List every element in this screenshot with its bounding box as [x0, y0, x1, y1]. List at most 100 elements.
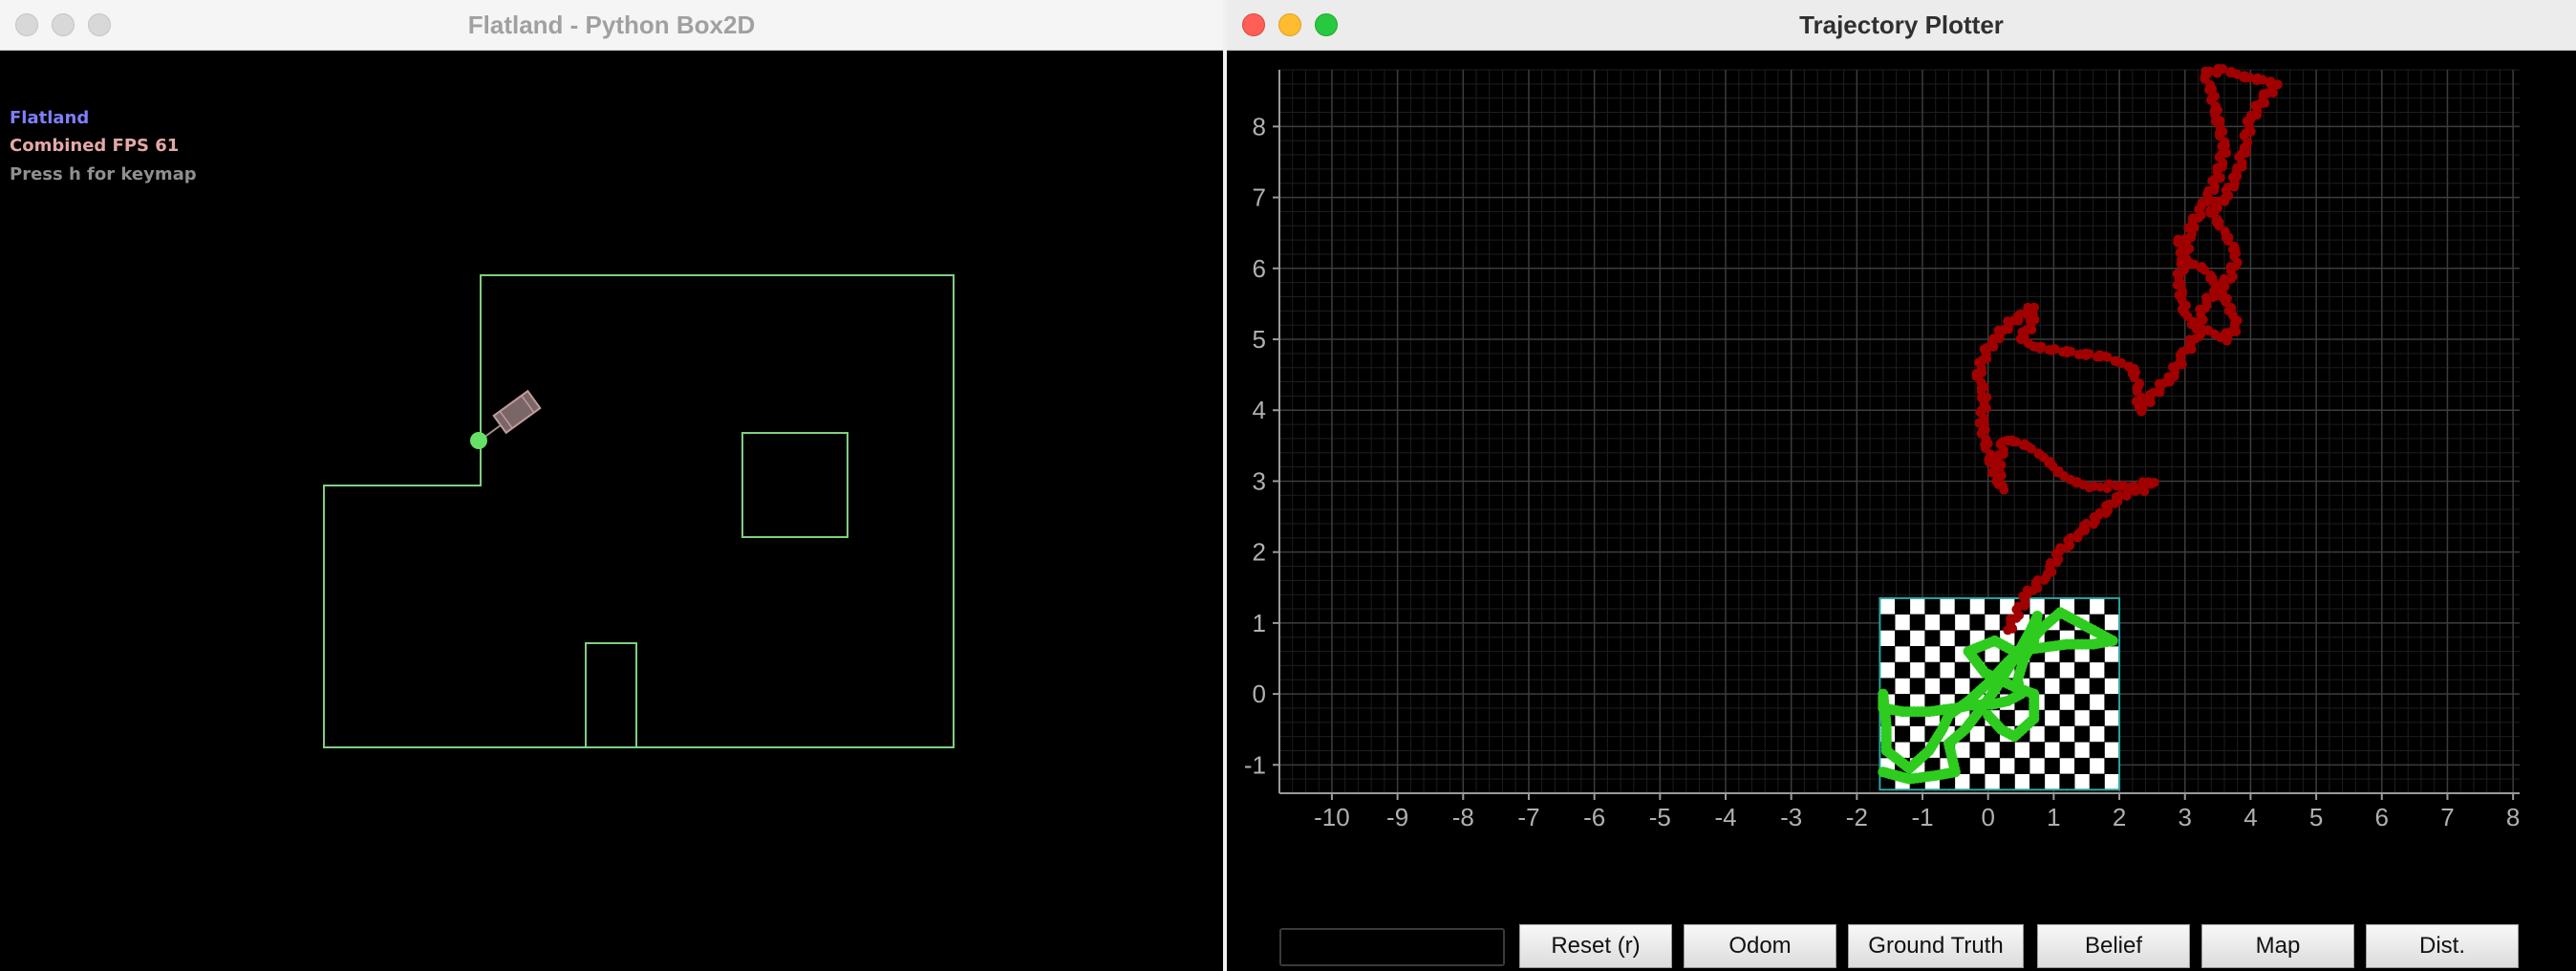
checker-square [1954, 661, 1970, 679]
trajectory-plot: -10 -9 -8 -7 -6 -5 -4 -3 -2 -1 0 1 2 3 4 5 6 7 8-101234567… [1244, 63, 2520, 831]
checker-square [2044, 757, 2060, 774]
checker-square [2014, 757, 2030, 774]
checker-square [1895, 630, 1911, 647]
trajectory-point [2173, 234, 2184, 246]
checker-square [2089, 709, 2105, 726]
checker-square [1924, 661, 1941, 679]
checker-square [1895, 597, 1911, 615]
checker-square [1969, 742, 1986, 759]
checker-square [1895, 661, 1911, 679]
x-tick-label: -9 [1386, 803, 1408, 831]
y-tick-label: 1 [1253, 609, 1266, 637]
checker-square [2044, 661, 2060, 679]
checker-square [2104, 725, 2120, 743]
y-tick-label: 3 [1253, 466, 1266, 495]
trajectory-point [1983, 709, 1994, 721]
window-title: Trajectory Plotter [1799, 10, 2004, 39]
checker-square [2104, 757, 2120, 774]
checker-square [1954, 630, 1970, 647]
checker-square [1909, 678, 1925, 695]
checker-square [1909, 646, 1925, 663]
x-tick-label: 5 [2309, 803, 2323, 831]
maximize-icon[interactable] [88, 13, 111, 36]
checker-square [2089, 678, 2105, 695]
x-tick-label: 1 [2047, 803, 2060, 831]
close-icon[interactable] [15, 13, 38, 36]
flatland-titlebar[interactable]: Flatland - Python Box2D [0, 0, 1223, 51]
y-tick-label: 4 [1253, 396, 1266, 424]
y-tick-label: 5 [1253, 325, 1266, 354]
checker-square [1909, 614, 1925, 631]
window-controls [15, 13, 111, 36]
x-tick-label: 3 [2179, 803, 2192, 831]
dist-button[interactable]: Dist. [2366, 924, 2519, 968]
y-tick-label: 0 [1253, 680, 1266, 708]
checker-square [2059, 773, 2075, 790]
target-marker [470, 432, 487, 449]
door-obstacle [585, 642, 637, 748]
trajectory-plotter-window: Trajectory Plotter -10 -9 -8 -7 -6 -5 -4 -3 -2 -1… [1227, 0, 2576, 971]
checker-square [2074, 694, 2091, 711]
plotter-controls: Reset (r) Odom Ground Truth Belief Map D… [1227, 922, 2576, 971]
checker-square [1940, 614, 1956, 631]
x-tick-label: -7 [1517, 803, 1539, 831]
x-tick-label: 0 [1981, 803, 1994, 831]
checker-square [1985, 757, 2001, 774]
x-tick-label: 2 [2113, 803, 2126, 831]
trajectory-series [1971, 63, 2283, 636]
square-obstacle [741, 432, 848, 538]
simulation-canvas[interactable]: Flatland Combined FPS 61 Press h for key… [0, 51, 1223, 971]
y-tick-label: 2 [1253, 538, 1266, 567]
y-tick-label: 6 [1253, 254, 1266, 283]
checker-square [1999, 742, 2015, 759]
maximize-icon[interactable] [1315, 13, 1338, 36]
checker-square [2029, 742, 2046, 759]
plot-area[interactable]: -10 -9 -8 -7 -6 -5 -4 -3 -2 -1 0 1 2 3 4 5 6 7 8 -1 0 1 2 3 4 5 6 7… [1227, 51, 2576, 971]
robot-icon [492, 389, 542, 435]
checker-square [2044, 725, 2060, 743]
map-button[interactable]: Map [2201, 924, 2354, 968]
y-tick-label: -1 [1244, 750, 1266, 779]
x-tick-label: 8 [2506, 803, 2520, 831]
flatland-window: Flatland - Python Box2D Flatland Combine… [0, 0, 1223, 971]
checker-square [1969, 614, 1986, 631]
odom-button[interactable]: Odom [1684, 924, 1836, 968]
checker-square [2074, 725, 2091, 743]
minimize-icon[interactable] [1278, 13, 1301, 36]
x-tick-label: -4 [1714, 803, 1736, 831]
x-tick-label: 7 [2440, 803, 2454, 831]
x-tick-label: 6 [2375, 803, 2389, 831]
command-input[interactable] [1279, 928, 1505, 966]
minimize-icon[interactable] [52, 13, 75, 36]
checker-square [2074, 661, 2091, 679]
x-tick-label: 4 [2243, 803, 2257, 831]
x-tick-label: -1 [1911, 803, 1933, 831]
x-tick-label: -10 [1314, 803, 1350, 831]
plotter-titlebar[interactable]: Trajectory Plotter [1227, 0, 2576, 51]
checker-square [2089, 742, 2105, 759]
checker-square [1954, 597, 1970, 615]
close-icon[interactable] [1242, 13, 1265, 36]
y-tick-labels: -1 0 1 2 3 4 5 6 7 8 [1244, 112, 1279, 779]
checker-square [1895, 725, 1911, 743]
reset-button[interactable]: Reset (r) [1519, 924, 1672, 968]
y-tick-label: 8 [1253, 112, 1266, 140]
checker-square [1879, 614, 1896, 631]
x-tick-label: -2 [1846, 803, 1868, 831]
hud-fps: Combined FPS 61 [10, 136, 180, 156]
belief-button[interactable]: Belief [2037, 924, 2190, 968]
checker-square [2059, 678, 2075, 695]
checker-square [2089, 773, 2105, 790]
ground-truth-button[interactable]: Ground Truth [1848, 924, 2024, 968]
x-tick-label: -5 [1649, 803, 1671, 831]
checker-square [2104, 694, 2120, 711]
x-tick-label: -8 [1452, 803, 1474, 831]
checker-square [1969, 773, 1986, 790]
checker-square [2044, 694, 2060, 711]
checker-square [2029, 773, 2046, 790]
hud-keymap-hint: Press h for keymap [10, 164, 197, 184]
checker-square [2059, 709, 2075, 726]
hud-app-name: Flatland [10, 108, 90, 128]
window-controls [1242, 13, 1338, 36]
checker-square [1879, 646, 1896, 663]
